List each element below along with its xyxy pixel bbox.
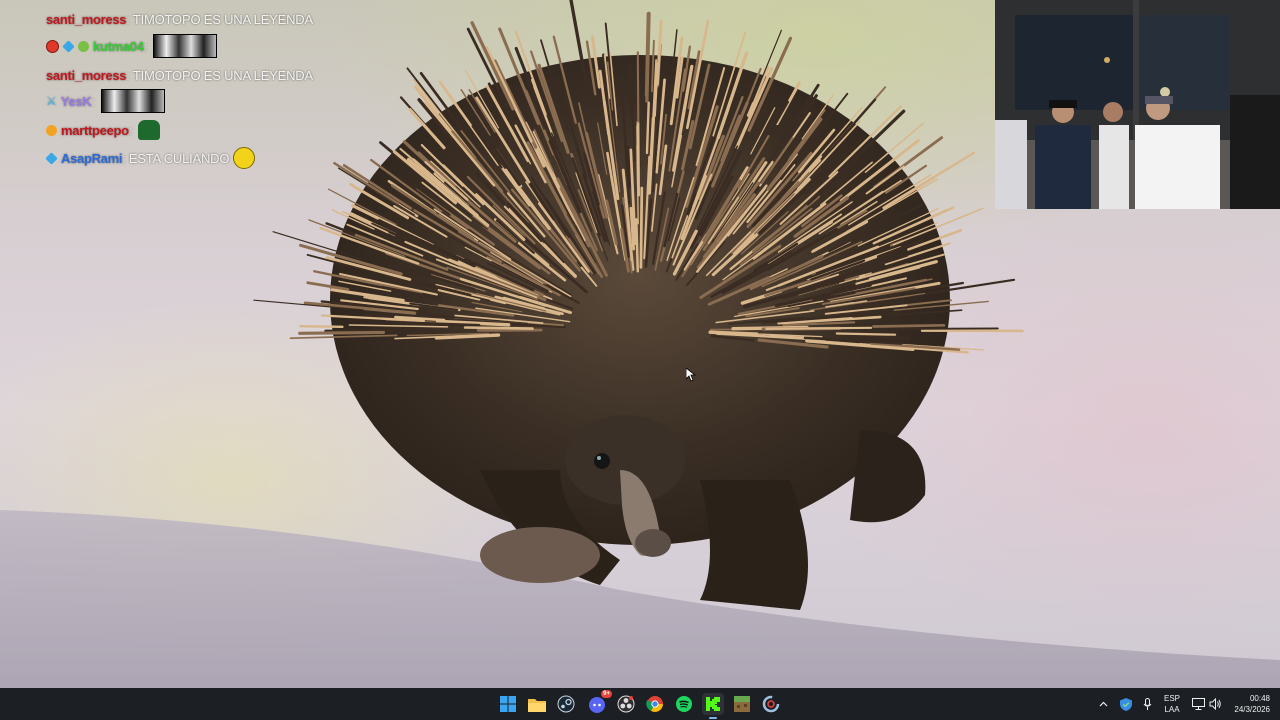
- chat-message: marttpeepo:: [46, 119, 161, 141]
- obs-icon[interactable]: [615, 693, 637, 715]
- echidna-spine: [645, 101, 650, 155]
- chat-username: santi_moress: [46, 67, 127, 83]
- chat-message: AsapRami: ESTA CULIANDO: [45, 147, 256, 169]
- webcam-overlay: [995, 0, 1280, 209]
- echidna-spine: [872, 323, 946, 328]
- clock[interactable]: 00:48 24/3/2026: [1226, 693, 1270, 715]
- echidna-spine: [298, 330, 386, 335]
- green-emote-icon: [138, 120, 161, 140]
- discord-icon[interactable]: 9+: [586, 690, 612, 715]
- input-language-indicator[interactable]: ESP LAA: [1160, 693, 1184, 715]
- chat-username: santi_moress: [46, 11, 127, 27]
- chat-message: ⚔ YesK:: [46, 89, 165, 113]
- emote-image-icon: [153, 34, 218, 58]
- volume-speaker-icon[interactable]: [1207, 693, 1223, 715]
- chat-username: marttpeepo: [61, 122, 129, 138]
- kick-icon[interactable]: [702, 693, 724, 719]
- echidna-spine: [639, 186, 644, 269]
- steam-icon[interactable]: [555, 693, 577, 715]
- chat-text: ESTA CULIANDO: [128, 150, 230, 166]
- desktop-wallpaper: santi_moress: TIMOTOPO ES UNA LEYENDA ku…: [0, 0, 1280, 688]
- chrome-icon[interactable]: [644, 693, 666, 715]
- sword-badge-icon: ⚔: [46, 93, 57, 108]
- chat-text: TIMOTOPO ES UNA LEYENDA: [132, 67, 313, 83]
- discord-notification-badge: 9+: [601, 690, 612, 698]
- red-circle-badge-icon: [46, 39, 59, 53]
- blue-cube-badge-icon: [45, 151, 58, 165]
- mouse-cursor-icon: [686, 368, 696, 382]
- clock-time: 00:48: [1249, 694, 1270, 703]
- chat-message: santi_moress: TIMOTOPO ES UNA LEYENDA: [46, 67, 313, 83]
- spotify-icon[interactable]: [673, 693, 695, 715]
- chat-username: kutma04: [93, 38, 144, 54]
- language-code: ESP: [1163, 694, 1180, 703]
- yellow-face-emote-icon: [233, 147, 256, 169]
- echidna-spine: [628, 62, 634, 120]
- echidna-spine: [635, 218, 640, 273]
- blue-cube-badge-icon: [62, 39, 75, 53]
- chat-username: YesK: [60, 93, 92, 109]
- network-monitor-icon[interactable]: [1190, 693, 1206, 715]
- chat-text: TIMOTOPO ES UNA LEYENDA: [132, 11, 313, 27]
- active-app-indicator: [709, 717, 717, 719]
- file-explorer-icon[interactable]: [526, 693, 548, 715]
- echidna-spine: [765, 326, 873, 330]
- ccleaner-icon[interactable]: [760, 693, 782, 715]
- windows-taskbar: 9+ ESP LAA 00:48 24/3/2026: [0, 688, 1280, 720]
- minecraft-icon[interactable]: [731, 693, 753, 715]
- security-shield-icon[interactable]: [1118, 693, 1134, 715]
- echidna-spine: [299, 325, 344, 328]
- echidna-spine: [835, 332, 897, 336]
- emote-image-icon: [101, 89, 165, 113]
- clock-date: 24/3/2026: [1234, 705, 1270, 714]
- orange-circle-badge-icon: [46, 124, 57, 136]
- chat-message: santi_moress: TIMOTOPO ES UNA LEYENDA: [46, 11, 313, 27]
- echidna-spine: [636, 51, 640, 123]
- echidna-spine: [850, 334, 912, 341]
- show-hidden-icons-chevron-icon[interactable]: [1096, 693, 1110, 715]
- keyboard-layout-code: LAA: [1164, 705, 1180, 714]
- echidna-spine: [463, 326, 534, 330]
- windows-start-icon[interactable]: [497, 693, 519, 715]
- echidna-spine: [891, 327, 999, 330]
- microphone-icon[interactable]: [1139, 693, 1155, 715]
- webcam-video: [995, 0, 1280, 209]
- chat-message: kutma04:: [46, 34, 218, 58]
- frog-badge-icon: [78, 40, 89, 52]
- chat-username: AsapRami: [61, 150, 123, 166]
